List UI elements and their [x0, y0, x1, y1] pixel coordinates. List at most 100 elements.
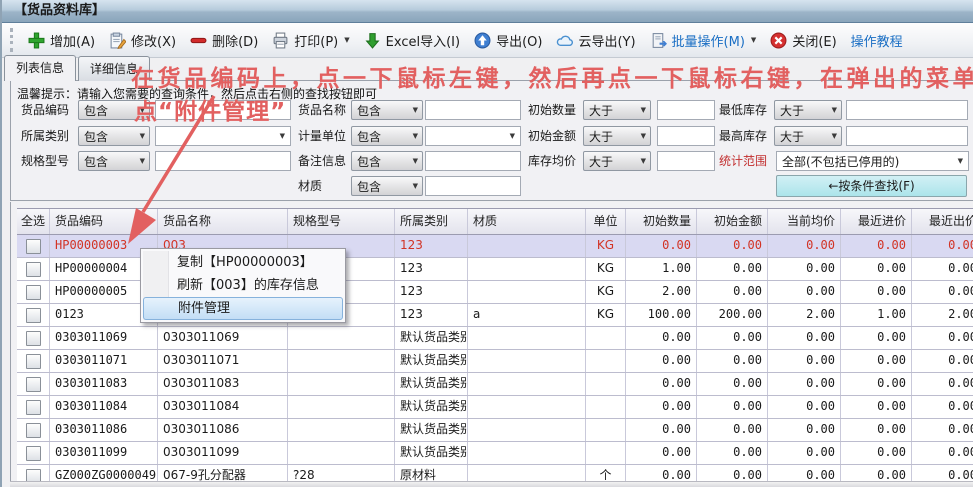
filter-input-item-name[interactable] [425, 100, 521, 120]
row-checkbox[interactable] [26, 285, 41, 300]
cell-category: 默认货品类别 [395, 396, 468, 418]
column-current-avg[interactable]: 当前均价 [768, 209, 841, 234]
cell-initial-qty: 1.00 [626, 258, 697, 280]
menu-item-refresh-stock[interactable]: 刷新【003】的库存信息 [143, 274, 343, 297]
tab-detail-info-label: 详细信息 [90, 62, 138, 76]
stats-scope-dropdown[interactable]: 全部(不包括已停用的)▼ [776, 151, 969, 171]
filter-op-max-stock[interactable]: 大于▼ [774, 126, 842, 146]
column-last-out[interactable]: 最近出价 [912, 209, 973, 234]
column-item-name[interactable]: 货品名称 [158, 209, 288, 234]
tab-detail-info[interactable]: 详细信息 [78, 56, 150, 81]
column-select-all[interactable]: 全选 [17, 209, 50, 234]
row-checkbox[interactable] [26, 262, 41, 277]
column-initial-amt[interactable]: 初始金额 [697, 209, 768, 234]
filter-op-initial-amt[interactable]: 大于▼ [583, 126, 651, 146]
filter-input-item-code[interactable] [155, 100, 291, 120]
cell-last-in: 0.00 [841, 419, 912, 441]
cell-initial-amt: 0.00 [697, 396, 768, 418]
print-button[interactable]: 打印(P) ▼ [265, 27, 356, 54]
menu-item-copy[interactable]: 复制【HP00000003】 [143, 251, 343, 274]
filter-op-min-stock[interactable]: 大于▼ [774, 100, 842, 120]
row-checkbox[interactable] [26, 239, 41, 254]
tab-list-info[interactable]: 列表信息 [4, 55, 76, 81]
close-icon [770, 32, 787, 49]
filter-input-min-stock[interactable] [846, 100, 968, 120]
stats-scope-value: 全部(不包括已停用的) [782, 153, 899, 170]
filter-op-value: 包含 [84, 153, 108, 170]
close-button[interactable]: 关闭(E) [763, 27, 843, 54]
column-unit[interactable]: 单位 [586, 209, 626, 234]
table-row[interactable]: 0303011099 0303011099 默认货品类别 0.00 0.00 0… [17, 442, 973, 465]
filter-op-item-code[interactable]: 包含▼ [78, 100, 150, 120]
delete-button[interactable]: 删除(D) [183, 27, 265, 54]
filter-op-unit[interactable]: 包含▼ [351, 126, 423, 146]
row-checkbox[interactable] [26, 354, 41, 369]
cell-item-name: 0303011069 [158, 327, 288, 349]
tutorial-link[interactable]: 操作教程 [844, 27, 910, 54]
export-button[interactable]: 导出(O) [467, 27, 549, 54]
column-item-code[interactable]: 货品编码 [50, 209, 158, 234]
excel-import-button[interactable]: Excel导入(I) [357, 27, 467, 54]
filter-op-material[interactable]: 包含▼ [351, 176, 423, 196]
cell-last-out: 2.00 [912, 304, 973, 326]
filter-op-category[interactable]: 包含▼ [78, 126, 150, 146]
filter-panel: 温馨提示：请输入您需要的查询条件，然后点击右侧的查找按钮即可 货品编码 包含▼ … [10, 80, 973, 201]
column-spec[interactable]: 规格型号 [288, 209, 395, 234]
filter-input-initial-qty[interactable] [657, 100, 715, 120]
search-by-condition-button[interactable]: ←按条件查找(F) [776, 175, 967, 197]
filter-op-initial-qty[interactable]: 大于▼ [583, 100, 651, 120]
column-last-in[interactable]: 最近进价 [841, 209, 912, 234]
column-material[interactable]: 材质 [468, 209, 586, 234]
row-checkbox[interactable] [26, 331, 41, 346]
cell-initial-amt: 0.00 [697, 419, 768, 441]
filter-input-remark[interactable] [425, 151, 521, 171]
row-checkbox[interactable] [26, 308, 41, 323]
filter-input-max-stock[interactable] [846, 126, 968, 146]
cell-unit: KG [586, 258, 626, 280]
row-checkbox[interactable] [26, 377, 41, 392]
menu-item-attachment-management[interactable]: 附件管理 [143, 297, 343, 320]
row-checkbox-cell [17, 281, 50, 303]
cell-last-out: 0.00 [912, 281, 973, 303]
filter-op-spec[interactable]: 包含▼ [78, 151, 150, 171]
table-row[interactable]: 0303011083 0303011083 默认货品类别 0.00 0.00 0… [17, 373, 973, 396]
cell-last-in: 0.00 [841, 281, 912, 303]
table-row[interactable]: 0303011086 0303011086 默认货品类别 0.00 0.00 0… [17, 419, 973, 442]
row-checkbox[interactable] [26, 423, 41, 438]
edit-button[interactable]: 修改(X) [102, 27, 183, 54]
add-button[interactable]: 增加(A) [21, 27, 102, 54]
table-row[interactable]: 0303011069 0303011069 默认货品类别 0.00 0.00 0… [17, 327, 973, 350]
column-category[interactable]: 所属类别 [395, 209, 468, 234]
filter-input-avg-price[interactable] [657, 151, 715, 171]
cell-category: 默认货品类别 [395, 373, 468, 395]
table-row[interactable]: 0303011084 0303011084 默认货品类别 0.00 0.00 0… [17, 396, 973, 419]
filter-op-remark[interactable]: 包含▼ [351, 151, 423, 171]
filter-dropdown-unit[interactable]: ▼ [425, 126, 521, 146]
filter-input-spec[interactable] [155, 151, 291, 171]
window-titlebar: 【货品资料库】 [2, 0, 973, 23]
table-row[interactable]: 0303011071 0303011071 默认货品类别 0.00 0.00 0… [17, 350, 973, 373]
filter-op-avg-price[interactable]: 大于▼ [583, 151, 651, 171]
filter-dropdown-category[interactable]: ▼ [155, 126, 291, 146]
chevron-down-icon[interactable]: ▼ [344, 36, 349, 44]
cell-last-in: 0.00 [841, 258, 912, 280]
filter-input-initial-amt[interactable] [657, 126, 715, 146]
batch-operations-button-label: 批量操作(M) [672, 31, 745, 50]
cell-unit [586, 442, 626, 464]
cell-material [468, 396, 586, 418]
cell-last-out: 0.00 [912, 235, 973, 257]
filter-op-value: 大于 [589, 102, 613, 119]
cloud-export-button[interactable]: 云导出(Y) [549, 27, 642, 54]
row-checkbox[interactable] [26, 446, 41, 461]
batch-operations-button[interactable]: 批量操作(M) ▼ [643, 27, 764, 54]
column-initial-qty[interactable]: 初始数量 [626, 209, 697, 234]
cell-unit [586, 396, 626, 418]
row-checkbox[interactable] [26, 400, 41, 415]
cell-item-code: 0303011083 [50, 373, 158, 395]
horizontal-scrollbar[interactable] [10, 481, 973, 487]
chevron-down-icon[interactable]: ▼ [751, 36, 756, 44]
filter-input-material[interactable] [425, 176, 521, 196]
chevron-down-icon: ▼ [140, 132, 145, 140]
filter-op-item-name[interactable]: 包含▼ [351, 100, 423, 120]
cell-current-avg: 2.00 [768, 304, 841, 326]
